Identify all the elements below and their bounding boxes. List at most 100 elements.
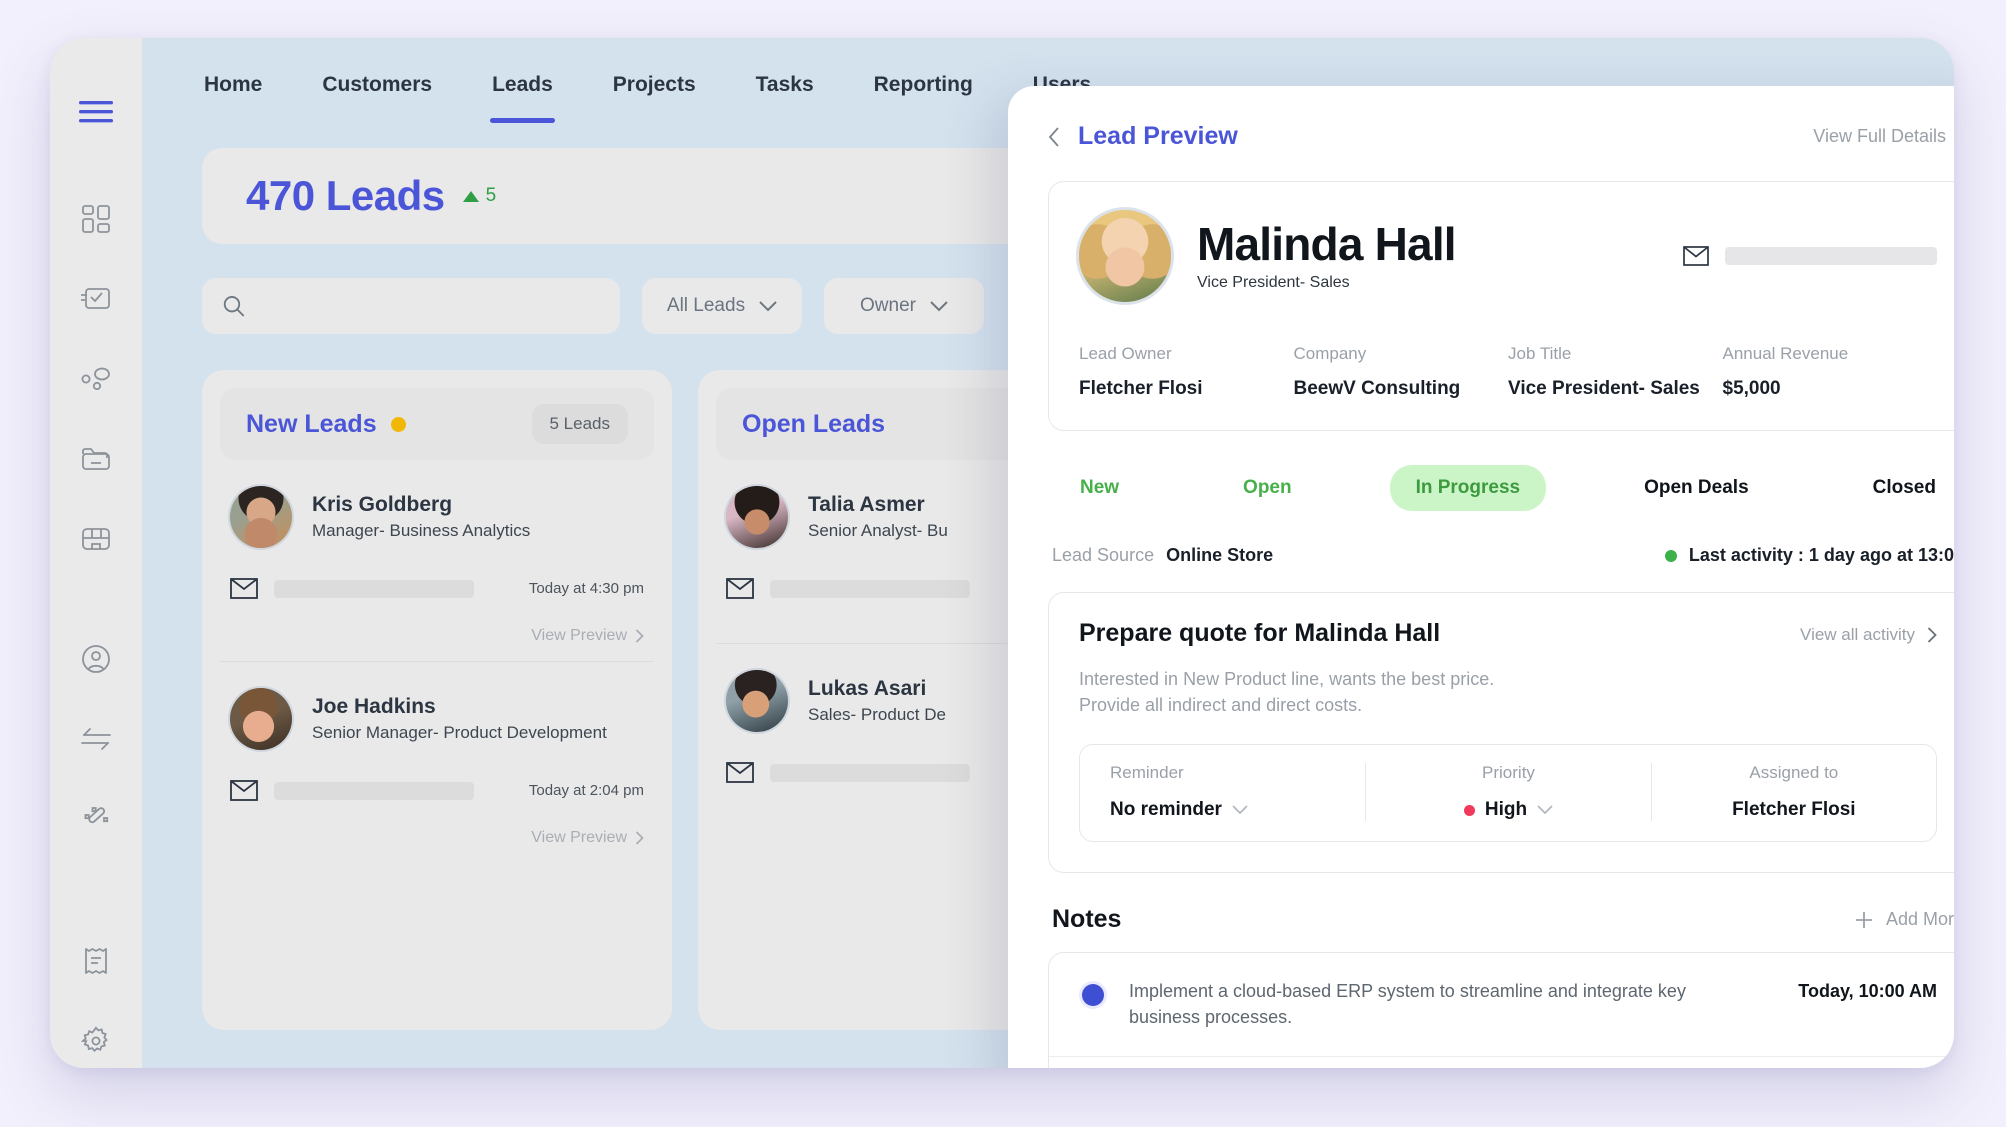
fact-company: Company BeewV Consulting xyxy=(1294,344,1509,400)
list-item[interactable]: Implement a cloud-based ERP system to st… xyxy=(1049,953,1954,1056)
trend-up-icon xyxy=(462,190,479,202)
page-title: 470 Leads xyxy=(246,172,445,219)
add-note-button[interactable]: Add More xyxy=(1854,909,1954,930)
dashboard-grid-icon[interactable] xyxy=(70,193,122,245)
fact-value: BeewV Consulting xyxy=(1293,378,1461,399)
task-card-header: Prepare quote for Malinda Hall View all … xyxy=(1079,619,1937,648)
stage-open-deals[interactable]: Open Deals xyxy=(1618,465,1775,511)
plus-icon xyxy=(1855,911,1872,928)
lead-name: Malinda Hall xyxy=(1197,217,1457,270)
owner-filter-label: Owner xyxy=(860,295,916,316)
task-assigned-value: Fletcher Flosi xyxy=(1732,799,1856,821)
search-input[interactable] xyxy=(257,295,600,317)
chevron-right-icon xyxy=(1927,627,1937,643)
nav-item-tasks[interactable]: Tasks xyxy=(754,65,816,107)
view-all-activity-label: View all activity xyxy=(1800,625,1915,644)
user-circle-icon[interactable] xyxy=(70,633,122,685)
transfer-arrows-icon[interactable] xyxy=(70,713,122,765)
notes-header: Notes Add More xyxy=(1052,905,1954,934)
lead-card-meta: Today at 4:30 pm xyxy=(230,578,644,599)
magic-wand-icon[interactable] xyxy=(70,793,122,845)
lead-role: Sales- Product De xyxy=(808,705,946,724)
list-item[interactable]: Implement a robust data analytics soluti… xyxy=(1049,1056,1954,1068)
search-box[interactable] xyxy=(202,278,620,334)
chevron-down-icon xyxy=(930,300,948,311)
nav-item-home[interactable]: Home xyxy=(202,65,264,107)
view-preview-link[interactable]: View Preview xyxy=(230,829,644,847)
status-dot-icon xyxy=(390,416,406,432)
lead-name: Lukas Asari xyxy=(808,677,927,700)
sidebar-group-utility xyxy=(70,935,122,1067)
nav-item-projects[interactable]: Projects xyxy=(611,65,698,107)
folder-icon[interactable] xyxy=(70,433,122,485)
mail-icon xyxy=(230,578,258,599)
view-full-details-link[interactable]: View Full Details xyxy=(1813,126,1954,147)
bubbles-icon[interactable] xyxy=(70,353,122,405)
gear-icon[interactable] xyxy=(70,1015,122,1067)
receipt-icon[interactable] xyxy=(70,935,122,987)
avatar xyxy=(726,670,788,732)
mail-icon xyxy=(1683,246,1709,266)
leads-delta: 5 xyxy=(462,185,497,207)
task-description-line2: Provide all indirect and direct costs. xyxy=(1079,695,1363,716)
avatar xyxy=(1079,210,1171,302)
mail-icon xyxy=(726,578,754,599)
priority-dot-icon xyxy=(1463,804,1475,816)
lead-name: Joe Hadkins xyxy=(312,695,436,718)
lead-email[interactable] xyxy=(1683,246,1937,266)
task-assigned-value-row: Fletcher Flosi xyxy=(1682,799,1906,821)
notes-list: Implement a cloud-based ERP system to st… xyxy=(1048,952,1954,1068)
task-assigned-label: Assigned to xyxy=(1749,763,1839,783)
stage-new[interactable]: New xyxy=(1054,465,1145,511)
task-reminder-value: No reminder xyxy=(1110,799,1222,821)
menu-icon[interactable] xyxy=(79,100,113,129)
nav-item-leads[interactable]: Leads xyxy=(490,65,555,123)
email-redacted-bar xyxy=(1725,247,1937,265)
app-window: Home Customers Leads Projects Tasks Repo… xyxy=(50,38,1954,1068)
note-timestamp: Today, 10:00 AM xyxy=(1798,981,1937,1002)
task-assigned-field[interactable]: Assigned to Fletcher Flosi xyxy=(1650,763,1936,822)
lead-timestamp: Today at 4:30 pm xyxy=(528,580,644,597)
lead-source-label: Lead Source xyxy=(1052,545,1155,565)
note-text: Implement a cloud-based ERP system to st… xyxy=(1129,981,1686,1027)
stage-open[interactable]: Open xyxy=(1217,465,1318,511)
view-preview-label: View Preview xyxy=(531,829,627,846)
lead-timestamp: Today at 2:04 pm xyxy=(528,782,644,799)
nav-item-reporting[interactable]: Reporting xyxy=(872,65,975,107)
kanban-column-title: Open Leads xyxy=(742,409,886,438)
chevron-down-icon[interactable] xyxy=(1537,805,1553,815)
inbox-check-icon[interactable] xyxy=(70,273,122,325)
task-reminder-field[interactable]: Reminder No reminder xyxy=(1080,763,1365,821)
page-root: Home Customers Leads Projects Tasks Repo… xyxy=(0,0,2006,1127)
nav-item-customers[interactable]: Customers xyxy=(320,65,434,107)
last-activity: Last activity : 1 day ago at 13:00 xyxy=(1664,545,1954,566)
mail-icon xyxy=(726,762,754,783)
all-leads-filter-label: All Leads xyxy=(666,295,746,316)
task-description: Interested in New Product line, wants th… xyxy=(1079,666,1937,718)
chevron-left-icon[interactable] xyxy=(1048,126,1060,147)
wallet-icon[interactable] xyxy=(70,513,122,565)
email-redacted-bar xyxy=(770,763,970,782)
stage-in-progress[interactable]: In Progress xyxy=(1389,465,1547,511)
lead-card-meta: Today at 2:04 pm xyxy=(230,780,644,801)
owner-filter[interactable]: Owner xyxy=(824,278,984,334)
leads-delta-value: 5 xyxy=(485,185,497,206)
view-all-activity-link[interactable]: View all activity xyxy=(1800,619,1937,645)
task-priority-field[interactable]: Priority High xyxy=(1365,763,1650,822)
fact-label: Company xyxy=(1293,344,1367,363)
chevron-right-icon xyxy=(635,831,644,845)
fact-label: Job Title xyxy=(1508,344,1572,363)
view-preview-link[interactable]: View Preview xyxy=(230,627,644,645)
task-reminder-value-row: No reminder xyxy=(1110,799,1335,821)
list-item[interactable]: Kris Goldberg Manager- Business Analytic… xyxy=(220,460,654,661)
email-redacted-bar xyxy=(274,579,474,598)
note-radio-icon[interactable] xyxy=(1079,981,1107,1010)
task-description-line1: Interested in New Product line, wants th… xyxy=(1079,669,1495,689)
list-item[interactable]: Joe Hadkins Senior Manager- Product Deve… xyxy=(220,661,654,863)
avatar xyxy=(230,486,292,548)
chevron-down-icon[interactable] xyxy=(1232,805,1248,815)
fact-label: Lead Owner xyxy=(1079,344,1172,363)
all-leads-filter[interactable]: All Leads xyxy=(642,278,802,334)
drawer-header: Lead Preview View Full Details xyxy=(1048,122,1954,151)
stage-closed[interactable]: Closed xyxy=(1847,465,1954,511)
